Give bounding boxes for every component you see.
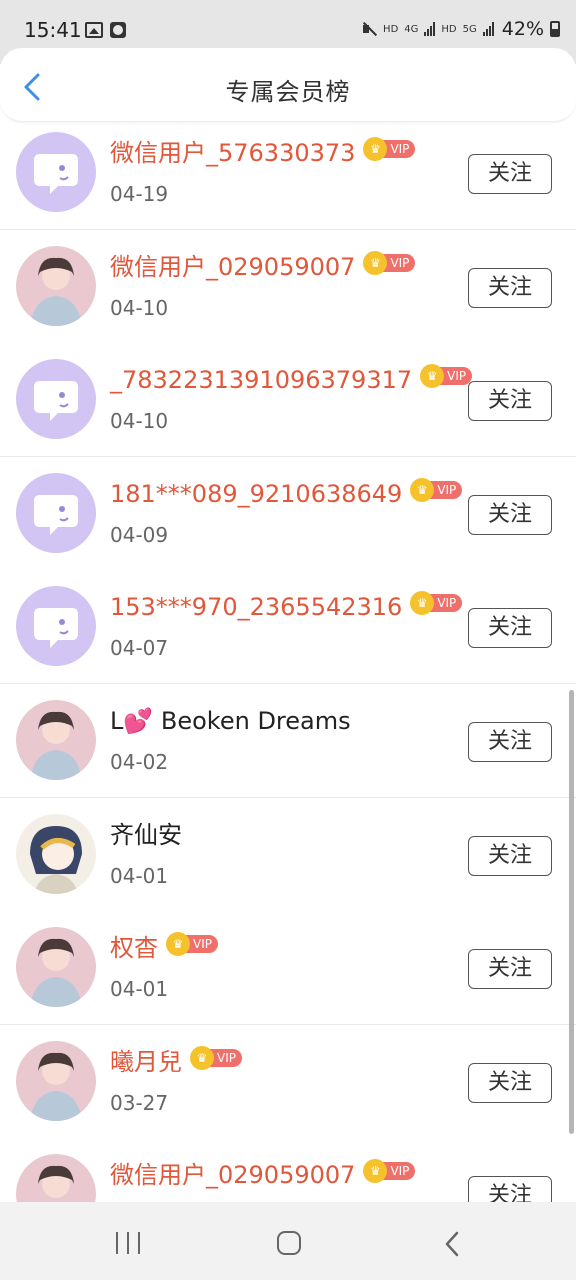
member-row[interactable]: 181***089_9210638649 ♛ VIP 04-09 关注 — [0, 456, 576, 571]
member-name-line: 权杳 ♛ VIP — [110, 931, 218, 965]
follow-button[interactable]: 关注 — [468, 267, 552, 308]
member-name-line: L💕 Beoken Dreams — [110, 704, 351, 738]
member-name-line: 曦月兒 ♛ VIP — [110, 1045, 242, 1079]
member-date: 04-07 — [110, 636, 169, 661]
signal-icon-2 — [482, 22, 494, 36]
page-title: 专属会员榜 — [225, 78, 351, 106]
member-date: 04-01 — [110, 863, 169, 888]
follow-button[interactable]: 关注 — [468, 1062, 552, 1103]
follow-button[interactable]: 关注 — [468, 381, 552, 422]
member-name: 权杳 — [110, 934, 158, 963]
avatar[interactable] — [16, 359, 96, 440]
battery-icon — [550, 21, 560, 37]
member-name: 微信用户_029059007 — [110, 1161, 356, 1190]
home-button[interactable] — [277, 1231, 301, 1255]
status-indicators: HD 4G HD 5G 42% — [361, 18, 560, 40]
member-name: 齐仙安 — [110, 820, 182, 849]
member-row[interactable]: _7832231391096379317 ♛ VIP 04-10 关注 — [0, 343, 576, 458]
vip-badge: ♛ VIP — [410, 591, 463, 616]
member-name-line: 153***970_2365542316 ♛ VIP — [110, 590, 463, 624]
hd-label: HD — [383, 23, 399, 35]
avatar[interactable] — [16, 813, 96, 894]
member-name: 153***970_2365542316 — [110, 593, 403, 622]
hd-label-2: HD — [441, 23, 457, 35]
member-row[interactable]: 曦月兒 ♛ VIP 03-27 关注 — [0, 1024, 576, 1139]
member-row[interactable]: 微信用户_576330373 ♛ VIP 04-19 关注 — [0, 118, 576, 230]
vip-badge: ♛ VIP — [190, 1045, 242, 1070]
member-name-line: 齐仙安 — [110, 818, 182, 852]
signal-icon — [424, 22, 436, 36]
member-row[interactable]: 齐仙安 04-01 关注 — [0, 797, 576, 912]
vip-badge: ♛ VIP — [166, 932, 218, 957]
member-row[interactable]: L💕 Beoken Dreams 04-02 关注 — [0, 684, 576, 798]
system-back-button[interactable] — [440, 1230, 464, 1258]
member-date: 04-02 — [110, 750, 169, 774]
member-row[interactable]: 权杳 ♛ VIP 04-01 关注 — [0, 911, 576, 1026]
battery-percent: 42% — [501, 18, 544, 40]
follow-button[interactable]: 关注 — [468, 494, 552, 535]
status-time: 15:41 — [24, 18, 82, 42]
app-notification-icon — [110, 22, 126, 38]
member-name: 微信用户_576330373 — [110, 139, 356, 167]
member-row[interactable]: 微信用户_029059007 ♛ VIP 关注 — [0, 1138, 576, 1202]
member-row[interactable]: 微信用户_029059007 ♛ VIP 04-10 关注 — [0, 229, 576, 344]
member-list[interactable]: 微信用户_576330373 ♛ VIP 04-19 关注 微信用户_029059007 ♛… — [0, 118, 576, 1202]
avatar[interactable] — [16, 700, 96, 780]
member-date: 04-19 — [110, 182, 169, 206]
crown-icon: ♛ — [190, 1045, 214, 1070]
member-date: 04-09 — [110, 522, 169, 547]
member-date: 03-27 — [110, 1090, 169, 1115]
member-name: 曦月兒 — [110, 1047, 182, 1076]
avatar[interactable] — [16, 586, 96, 667]
avatar[interactable] — [16, 472, 96, 553]
member-row[interactable]: 153***970_2365542316 ♛ VIP 04-07 关注 — [0, 570, 576, 685]
follow-button[interactable]: 关注 — [468, 949, 552, 990]
vip-badge: ♛ VIP — [420, 364, 473, 389]
follow-button[interactable]: 关注 — [468, 1176, 552, 1202]
mute-icon — [361, 21, 377, 37]
member-name-line: 181***089_9210638649 ♛ VIP — [110, 477, 463, 511]
system-nav-bar — [0, 1202, 576, 1280]
member-name-line: _7832231391096379317 ♛ VIP — [110, 363, 473, 397]
avatar[interactable] — [16, 1154, 96, 1202]
follow-button[interactable]: 关注 — [468, 835, 552, 876]
crown-icon: ♛ — [166, 932, 190, 957]
avatar[interactable] — [16, 1040, 96, 1121]
avatar[interactable] — [16, 927, 96, 1008]
follow-button[interactable]: 关注 — [468, 608, 552, 649]
image-notification-icon — [85, 22, 103, 38]
crown-icon: ♛ — [410, 477, 435, 502]
vip-badge: ♛ VIP — [410, 477, 463, 502]
follow-button[interactable]: 关注 — [468, 154, 552, 194]
member-date: 04-10 — [110, 409, 169, 434]
member-date: 04-10 — [110, 295, 169, 320]
avatar[interactable] — [16, 245, 96, 326]
header: 专属会员榜 — [0, 48, 576, 122]
scrollbar[interactable] — [569, 690, 574, 1134]
network-4g-label: 4G — [404, 23, 419, 35]
network-5g-label: 5G — [462, 23, 477, 35]
member-name-line: 微信用户_029059007 ♛ VIP — [110, 1158, 416, 1192]
member-name: _7832231391096379317 — [110, 366, 413, 395]
vip-badge: ♛ VIP — [363, 250, 416, 275]
member-name: 微信用户_029059007 — [110, 252, 356, 281]
crown-icon: ♛ — [363, 250, 388, 275]
recents-button[interactable] — [116, 1232, 140, 1254]
member-name: L💕 Beoken Dreams — [110, 707, 351, 735]
member-name-line: 微信用户_029059007 ♛ VIP — [110, 250, 416, 284]
member-name: 181***089_9210638649 — [110, 479, 403, 508]
follow-button[interactable]: 关注 — [468, 722, 552, 762]
vip-badge: ♛ VIP — [363, 137, 416, 161]
vip-badge: ♛ VIP — [363, 1159, 416, 1184]
member-date: 04-01 — [110, 977, 169, 1002]
back-arrow-icon — [445, 1231, 459, 1257]
avatar[interactable] — [16, 132, 96, 212]
member-name-line: 微信用户_576330373 ♛ VIP — [110, 136, 416, 170]
